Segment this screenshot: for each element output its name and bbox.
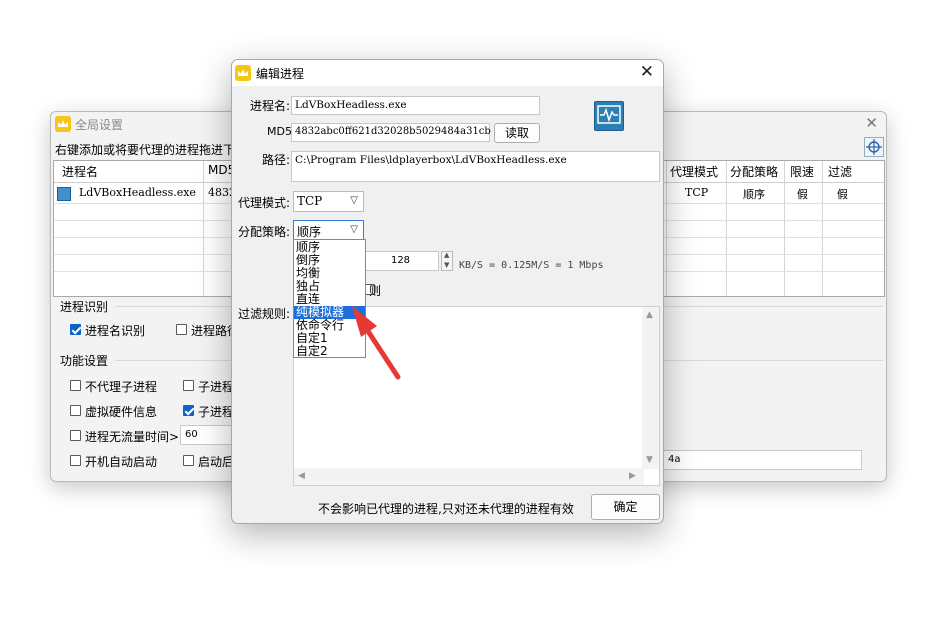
annotation-arrow-icon <box>352 306 401 380</box>
